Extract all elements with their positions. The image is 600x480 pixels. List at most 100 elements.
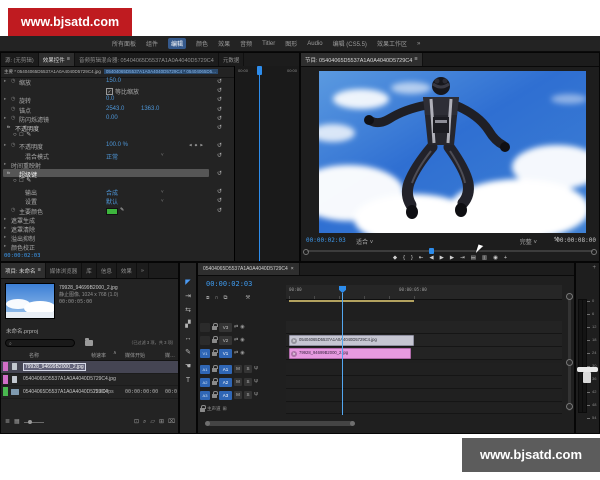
playback-resolution-select[interactable]: 完整 ˅ [520,237,537,246]
column-media-start[interactable]: 媒体开始 [125,352,145,359]
rect-mask-icon[interactable]: □ [20,178,24,184]
snap-magnet-icon[interactable]: ∩ [215,296,219,302]
property-row-color-correction[interactable]: ▸ 颜色校正 [1,242,234,251]
keyframe-nav-icons[interactable]: ◀ ◆ ▶ [189,143,204,147]
slip-tool[interactable]: ↔ [180,331,196,345]
workspace-item-audio-en[interactable]: Audio [307,41,322,47]
track-button-v1[interactable]: V1 [219,349,232,358]
workspace-overflow-icon[interactable]: » [417,41,420,47]
scrollbar-handle[interactable] [566,293,573,300]
antiflicker-value[interactable]: 0.00 [106,115,118,121]
program-video-frame[interactable] [319,71,586,233]
track-button-a2[interactable]: A2 [219,378,232,387]
timeline-ruler[interactable]: 00:00 00:00:05:00 [286,285,562,300]
meter-fader-handle[interactable] [583,372,591,383]
tab-program-monitor[interactable]: 节目: 05404065D5537A1A0A4040D5729C4 ≡ [301,53,423,66]
mute-button[interactable]: M [234,365,242,373]
reset-icon[interactable]: ↺ [217,115,222,122]
property-row-scale[interactable]: ▸ ◷ 缩放 150.0 ↺ [1,77,234,86]
track-button-a3[interactable]: A3 [219,391,232,400]
workspace-item-editing-cs55[interactable]: 编辑 (CS5.5) [333,39,367,48]
reset-icon[interactable]: ↺ [217,124,222,131]
source-patch-a2[interactable]: A2 [200,378,210,387]
anchor-y-value[interactable]: 1363.0 [141,106,159,112]
track-button-v3[interactable]: V3 [219,323,232,332]
stopwatch-icon[interactable]: ◷ [11,106,15,112]
go-to-out-icon[interactable]: ⇥ [460,256,465,262]
tab-sequence[interactable]: 05404065D5537A1A0A4040D5729C4 × [198,263,300,275]
timeline-horizontal-scrollbar[interactable] [206,421,354,426]
automate-to-sequence-icon[interactable]: ⊡ [134,419,139,425]
rotation-value[interactable]: 0.0 [106,96,114,102]
plus-icon[interactable]: + [592,265,596,271]
zoom-level-select[interactable]: 适合 ˅ [356,237,373,246]
timeline-clip-v2[interactable]: fx 05404065D5537A1A0A4040D5729C4.jpg [289,335,414,346]
ellipse-mask-icon[interactable]: ○ [13,178,17,184]
property-row-anchor[interactable]: ◷ 锚点 2543.0 1363.0 ↺ [1,105,234,114]
tab-libraries[interactable]: 库 [82,263,97,278]
solo-button[interactable]: S [244,365,252,373]
property-row-opacity[interactable]: ▸ ◷ 不透明度 100.0 % ◀ ◆ ▶ ↺ [1,141,234,150]
button-editor-icon[interactable]: + [504,256,507,262]
program-playhead[interactable] [429,248,434,254]
track-output-eye-icon[interactable]: ◉ [240,324,244,330]
search-input[interactable]: ⌕ [5,339,75,347]
lock-icon[interactable] [200,408,205,412]
twirl-icon[interactable]: ▸ [4,161,6,167]
selection-tool[interactable]: ◤ [180,275,196,289]
project-item-row[interactable]: 05404065D5537A1A0A4040D5729C4 25.00 fps … [1,386,178,399]
workspace-item-effects[interactable]: 效果 [218,39,230,48]
reset-icon[interactable]: ↺ [217,96,222,103]
workspace-item-graphics[interactable]: 图形 [285,39,297,48]
tab-info[interactable]: 信息 [97,263,117,278]
source-patch-v2[interactable] [200,336,210,345]
scrollbar-handle[interactable] [566,403,573,410]
tab-effect-controls[interactable]: 效果控件 ≡ [39,53,75,66]
reset-icon[interactable]: ↺ [217,197,222,204]
panel-menu-icon[interactable]: ≡ [38,268,41,274]
property-row-matte-cleanup[interactable]: ▸ 遮罩清除 [1,224,234,233]
property-row-time-remap[interactable]: ▸ 时间重映射 [1,160,234,169]
ellipse-mask-icon[interactable]: ○ [13,132,17,138]
new-item-icon[interactable]: ⊞ [159,419,164,425]
export-frame-icon[interactable]: ◉ [493,256,498,262]
twirl-icon[interactable]: ▸ [4,243,6,249]
lock-icon[interactable] [212,326,217,330]
scrollbar-handle[interactable] [566,359,573,366]
lock-icon[interactable] [212,381,217,385]
track-lane-a3[interactable] [286,389,562,402]
opacity-value[interactable]: 100.0 % [106,142,128,148]
label-color-green[interactable] [3,387,8,396]
source-patch-v3[interactable] [200,323,210,332]
preview-thumbnail[interactable] [5,283,55,319]
anchor-x-value[interactable]: 2543.0 [106,106,124,112]
go-to-in-icon[interactable]: ⇤ [419,256,424,262]
pen-mask-icon[interactable]: ✎ [26,178,31,184]
extract-icon[interactable]: ▥ [482,256,487,262]
panel-menu-icon[interactable]: ≡ [414,57,417,63]
label-color-pink[interactable] [3,375,8,384]
track-select-forward-tool[interactable]: ⇥ [180,289,196,303]
step-forward-icon[interactable]: ▶ [450,256,454,262]
reset-icon[interactable]: ↺ [217,142,222,149]
sync-lock-icon[interactable]: ⇄ [234,324,238,330]
property-row-setting[interactable]: 设置 默认 ˅ ↺ [1,196,234,205]
pen-tool[interactable]: ✎ [180,345,196,359]
step-back-icon[interactable]: ◀ [429,256,433,262]
property-row-spill-suppression[interactable]: ▸ 溢出抑制 [1,233,234,242]
eyedropper-icon[interactable]: ✎ [120,207,124,213]
reset-icon[interactable]: ↺ [217,207,222,214]
track-output-eye-icon[interactable]: ◉ [240,350,244,356]
key-color-swatch[interactable] [106,208,118,215]
reset-icon[interactable]: ↺ [217,170,222,177]
timeline-settings-wrench-icon[interactable]: ⚒ [245,296,250,302]
workspace-item-editing[interactable]: 编辑 [168,38,186,49]
workspace-item-effects-workspace[interactable]: 效果工作区 [377,39,407,48]
timeline-clip-v1[interactable]: fx 79928_94699B2000_2.jpg [289,348,411,359]
folder-icon[interactable] [85,340,93,346]
stopwatch-icon[interactable]: ◷ [11,115,15,121]
property-row-rotation[interactable]: ▸ ◷ 旋转 0.0 ↺ [1,95,234,104]
track-lane-master[interactable] [286,403,562,414]
sync-lock-icon[interactable]: ⇄ [234,350,238,356]
reset-icon[interactable]: ↺ [217,106,222,113]
